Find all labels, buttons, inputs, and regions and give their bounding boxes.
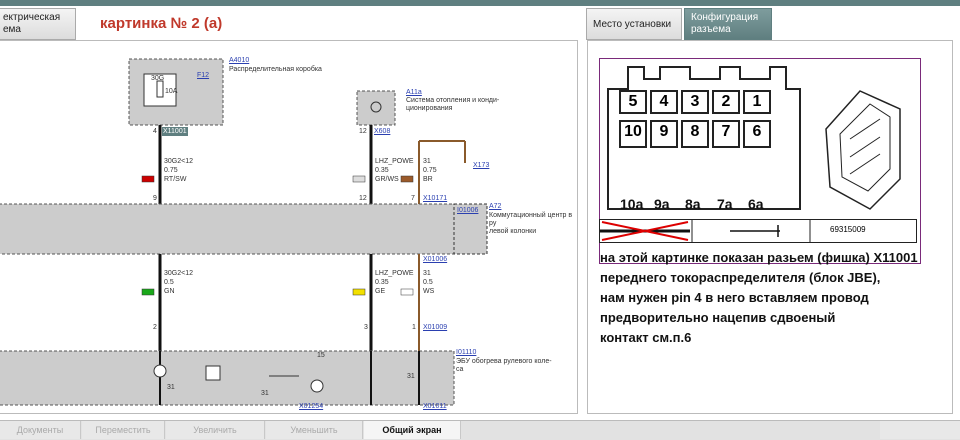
wire3-size: 0.75 [423, 167, 437, 174]
x608-link[interactable]: X608 [374, 128, 390, 136]
pin-1-cell[interactable]: 1 [743, 90, 771, 114]
description-line: предворительно нацепив сдвоеный [600, 310, 836, 325]
toolbar-extra-button[interactable] [880, 421, 960, 439]
tab-label: Конфигурация разъема [691, 12, 759, 35]
zoom-in-button[interactable]: Увеличить [166, 421, 265, 439]
wire6-size: 0.5 [423, 279, 433, 286]
description-line: на этой картинке показан разьем (фишка) … [600, 250, 918, 265]
a4010-desc: Распределительная коробка [229, 66, 322, 73]
pin-12-mid: 12 [359, 195, 367, 202]
label-31-b: 31 [261, 390, 269, 397]
tab-label: ектрическая ема [3, 12, 61, 35]
x01254-link[interactable]: X01254 [299, 403, 323, 411]
pin-5-cell[interactable]: 5 [619, 90, 647, 114]
pin-9-cell[interactable]: 9 [650, 120, 678, 148]
wire2-color: GR/WS [375, 176, 399, 183]
wire3-name: 31 [423, 158, 431, 165]
pin-10a-label: 10a [620, 196, 644, 212]
pin-6-cell[interactable]: 6 [743, 120, 771, 148]
pin-3: 3 [364, 324, 368, 331]
full-screen-button[interactable]: Общий экран [364, 421, 461, 439]
wire3-color: BR [423, 176, 433, 183]
tab-installation-location[interactable]: Место установки [586, 8, 682, 40]
a11a-desc: Система отопления и конди- ционирования [406, 97, 500, 112]
pin-4-cell[interactable]: 4 [650, 90, 678, 114]
x10171-link[interactable]: X10171 [423, 195, 447, 203]
wire4-name: 30G2<12 [164, 270, 193, 277]
top-accent-bar [0, 0, 960, 6]
wire2-size: 0.35 [375, 167, 389, 174]
pin-3-cell[interactable]: 3 [681, 90, 709, 114]
wire1-size: 0.75 [164, 167, 178, 174]
i01006-link[interactable]: I01006 [457, 207, 478, 215]
wire4-size: 0.5 [164, 279, 174, 286]
pin-8a-label: 8a [685, 196, 701, 212]
pin-9: 9 [153, 195, 157, 202]
wire1-name: 30G2<12 [164, 158, 193, 165]
wire6-color: WS [423, 288, 435, 295]
a4010-link[interactable]: A4010 [229, 57, 249, 64]
pin-2: 2 [153, 324, 157, 331]
pin-7-cell[interactable]: 7 [712, 120, 740, 148]
connector-config-panel: 5 4 3 2 1 10 9 8 7 6 10a 9a 8a 7a 6a 693… [587, 40, 953, 414]
i01110-link[interactable]: I01110 [456, 349, 476, 357]
pin-1: 1 [412, 324, 416, 331]
label-15: 15 [317, 352, 325, 359]
wiring-schematic-panel: A4010 Распределительная коробка F12 30G … [0, 40, 578, 414]
pin-6a-label: 6a [748, 196, 764, 212]
i01110-desc: ЭБУ обогрева рулевого коле- са [456, 358, 552, 373]
wire5-color: GE [375, 288, 386, 295]
tab-label: Место установки [593, 19, 672, 30]
pin-4-top: 4 [153, 128, 157, 135]
pin-7a-label: 7a [717, 196, 733, 212]
pin-2-cell[interactable]: 2 [712, 90, 740, 114]
fuse-label: 30G [151, 75, 165, 82]
page-heading: картинка № 2 (а) [100, 15, 223, 32]
description-line: переднего токораспределителя (блок JBE), [600, 270, 881, 285]
pin-12-top: 12 [359, 128, 367, 135]
pin-10-cell[interactable]: 10 [619, 120, 647, 148]
parts-legend-row: 69315009 [599, 219, 917, 243]
documents-button[interactable]: Документы [0, 421, 81, 439]
fuse-rating: 10A [165, 88, 178, 95]
a72-link[interactable]: A72 [489, 203, 501, 211]
wire5-name: LHZ_POWE [375, 270, 414, 277]
x01011-link[interactable]: X01011 [423, 403, 447, 411]
wire5-size: 0.35 [375, 279, 389, 286]
wire4-color: GN [164, 288, 175, 295]
wire1-color: RT/SW [164, 176, 187, 183]
wire6-name: 31 [423, 270, 431, 277]
description-line: нам нужен pin 4 в него вставляем провод [600, 290, 869, 305]
pin-7: 7 [411, 195, 415, 202]
f12-link[interactable]: F12 [197, 72, 209, 80]
zoom-out-button[interactable]: Уменьшить [266, 421, 363, 439]
tab-connector-config[interactable]: Конфигурация разъема [684, 8, 772, 40]
x173-link[interactable]: X173 [473, 162, 489, 170]
pin-8-cell[interactable]: 8 [681, 120, 709, 148]
a4010-label: A4010 [229, 57, 249, 65]
pin-9a-label: 9a [654, 196, 670, 212]
x01009-link[interactable]: X01009 [423, 324, 447, 332]
description-text: на этой картинке показан разьем (фишка) … [600, 248, 950, 348]
move-button[interactable]: Переместить [82, 421, 165, 439]
label-31-a: 31 [167, 384, 175, 391]
a72-desc: Коммутационный центр в ру левой колонки [489, 212, 573, 235]
x11001-tag[interactable]: X11001 [163, 128, 187, 136]
tab-wiring-diagram[interactable]: ектрическая ема [0, 8, 76, 40]
x01006-link[interactable]: X01006 [423, 256, 447, 264]
a11a-link[interactable]: A11a [406, 89, 422, 97]
part-number: 69315009 [830, 225, 866, 234]
wire2-name: LHZ_POWE [375, 158, 414, 165]
label-31-c: 31 [407, 373, 415, 380]
description-line: контакт см.п.6 [600, 330, 692, 345]
